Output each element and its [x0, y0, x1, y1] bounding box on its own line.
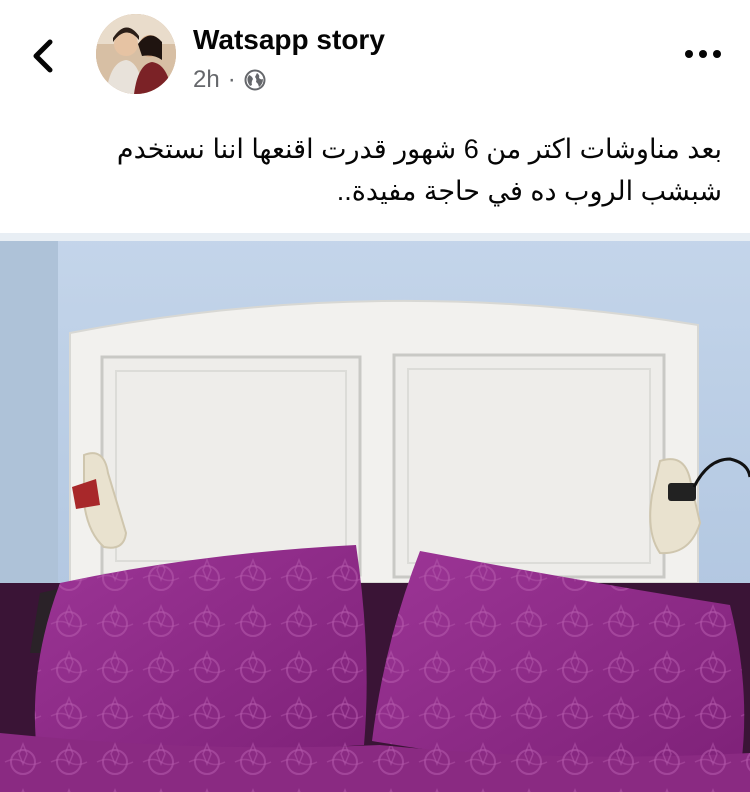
bed-headboard-photo — [0, 233, 750, 792]
post-meta: 2h · — [193, 66, 266, 94]
page-name[interactable]: Watsapp story — [193, 24, 385, 56]
more-horizontal-icon — [685, 50, 721, 58]
post-time[interactable]: 2h — [193, 66, 220, 94]
post-header: Watsapp story 2h · — [0, 0, 750, 110]
back-button[interactable] — [24, 30, 68, 80]
avatar-image — [96, 14, 176, 94]
post-photo[interactable] — [0, 233, 750, 792]
chevron-left-icon — [33, 39, 53, 73]
post-text: بعد مناوشات اكتر من 6 شهور قدرت اقنعها ا… — [116, 134, 722, 206]
globe-icon[interactable] — [244, 69, 266, 91]
meta-separator: · — [227, 66, 236, 93]
more-options-button[interactable] — [680, 36, 726, 72]
avatar[interactable] — [96, 14, 176, 94]
